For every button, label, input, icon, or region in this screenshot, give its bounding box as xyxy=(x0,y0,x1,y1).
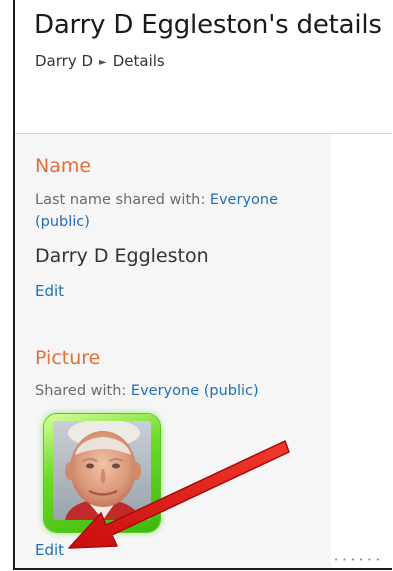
right-pane xyxy=(331,134,392,568)
picture-sharing-link[interactable]: Everyone (public) xyxy=(131,383,259,399)
name-sharing-label: Last name shared with: xyxy=(35,192,210,208)
picture-sharing-info: Shared with: Everyone (public) xyxy=(35,380,259,402)
name-sharing-link[interactable]: Everyone xyxy=(210,192,278,208)
breadcrumb-current: Details xyxy=(112,52,165,70)
breadcrumb-parent[interactable]: Darry D xyxy=(35,52,93,70)
breadcrumb: Darry D ► Details xyxy=(35,52,165,70)
edit-picture-link[interactable]: Edit xyxy=(35,541,64,559)
name-heading: Name xyxy=(35,155,92,177)
page-header: Darry D Eggleston's details Darry D ► Deta… xyxy=(15,0,392,134)
page-title: Darry D Eggleston's details xyxy=(34,10,382,40)
full-name-value: Darry D Eggleston xyxy=(35,245,209,267)
name-sharing-info: Last name shared with: Everyone (public) xyxy=(35,189,278,233)
edit-name-link[interactable]: Edit xyxy=(35,282,64,300)
picture-heading: Picture xyxy=(35,347,101,369)
details-panel: Darry D Eggleston's details Darry D ► Deta… xyxy=(13,0,392,570)
person-photo-icon xyxy=(53,421,151,520)
resize-grip-icon: • • • • • • xyxy=(334,556,381,564)
profile-picture-frame[interactable] xyxy=(44,414,160,532)
picture-sharing-label: Shared with: xyxy=(35,383,131,399)
name-sharing-link-cont[interactable]: (public) xyxy=(35,214,90,230)
breadcrumb-separator-icon: ► xyxy=(99,57,107,68)
